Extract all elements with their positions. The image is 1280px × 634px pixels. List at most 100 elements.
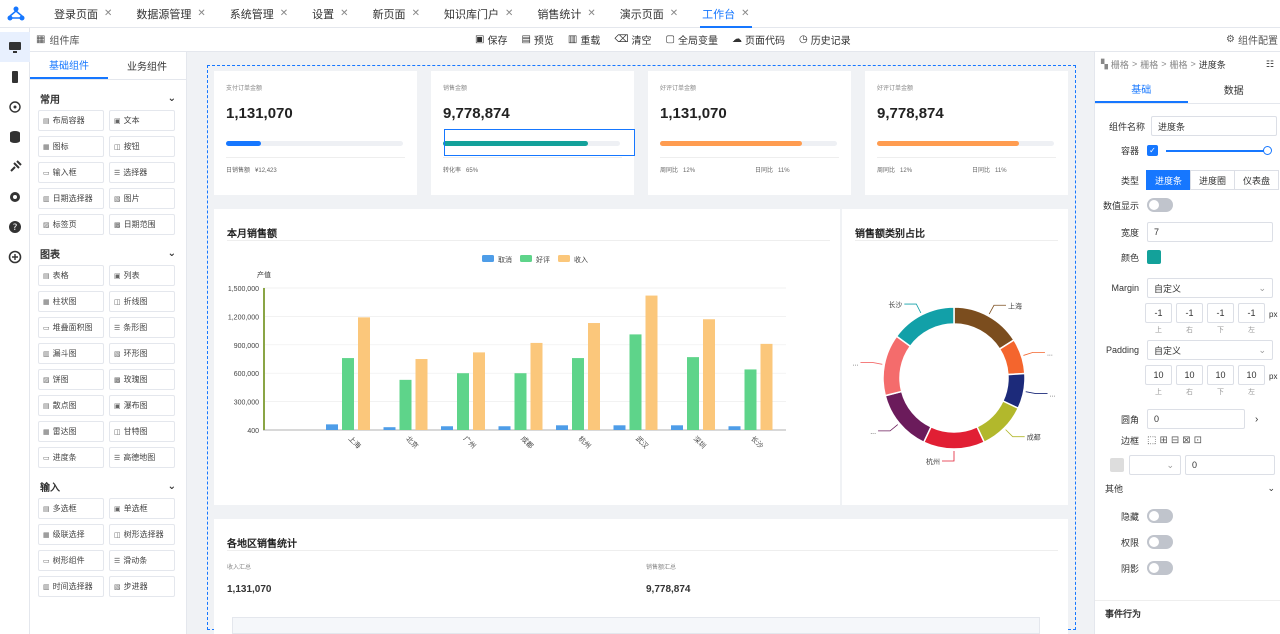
component-item[interactable]: ▤ 布局容器	[38, 110, 104, 131]
type-option[interactable]: 进度条	[1146, 170, 1192, 190]
spacing-input[interactable]: -1	[1176, 303, 1203, 323]
component-item[interactable]: ◫ 树形选择器	[109, 524, 175, 545]
bar[interactable]	[588, 323, 600, 430]
color-swatch[interactable]	[1147, 250, 1161, 264]
bar[interactable]	[703, 319, 715, 430]
breadcrumb-item[interactable]: 栅格	[1111, 58, 1129, 71]
tab-basic[interactable]: 基础	[1095, 76, 1188, 103]
component-item[interactable]: ▭ 树形组件	[38, 550, 104, 571]
radius-input[interactable]: 0	[1147, 409, 1245, 429]
bar[interactable]	[514, 373, 527, 430]
hide-toggle[interactable]	[1147, 509, 1173, 523]
bar[interactable]	[629, 334, 642, 430]
tree-icon[interactable]	[0, 92, 30, 122]
spacing-input[interactable]: -1	[1145, 303, 1172, 323]
donut-slice[interactable]	[895, 306, 955, 348]
component-item[interactable]: ▥ 漏斗图	[38, 343, 104, 364]
value-display-toggle[interactable]	[1147, 198, 1173, 212]
padding-mode-select[interactable]: 自定义 ⌄	[1147, 340, 1273, 360]
component-item[interactable]: ▩ 玫瑰图	[109, 369, 175, 390]
component-item[interactable]: ▦ 级联选择	[38, 524, 104, 545]
spacing-input[interactable]: -1	[1207, 303, 1234, 323]
close-icon[interactable]: ✕	[587, 8, 595, 19]
section-header[interactable]: 图表 ⌄	[30, 241, 186, 265]
bar[interactable]	[645, 295, 658, 430]
bar[interactable]	[728, 426, 741, 430]
component-item[interactable]: ▦ 柱状图	[38, 291, 104, 312]
tab-basic-components[interactable]: 基础组件	[30, 52, 108, 79]
bar[interactable]	[441, 426, 453, 430]
kpi-card[interactable]: 好评订单金额 9,778,874 周同比 12% 日同比 11%	[865, 71, 1068, 195]
component-item[interactable]: ▩ 日期范围	[109, 214, 175, 235]
component-item[interactable]: ▣ 单选框	[109, 498, 175, 519]
spacing-input[interactable]: 10	[1145, 365, 1172, 385]
bar[interactable]	[498, 426, 511, 430]
mobile-icon[interactable]	[0, 62, 30, 92]
margin-mode-select[interactable]: 自定义 ⌄	[1147, 278, 1273, 298]
component-item[interactable]: ◫ 甘特图	[109, 421, 175, 442]
component-item[interactable]: ▭ 堆叠面积图	[38, 317, 104, 338]
close-icon[interactable]: ✕	[412, 8, 420, 19]
border-width-input[interactable]: 0	[1185, 455, 1275, 475]
spacing-input[interactable]: 10	[1176, 365, 1203, 385]
save-button[interactable]: ▣ 保存	[475, 32, 507, 47]
config-button[interactable]: ⚙ 组件配置	[1226, 32, 1278, 47]
app-logo-icon[interactable]	[0, 0, 32, 28]
breadcrumb-item[interactable]: 栅格	[1140, 58, 1158, 71]
page-code-button[interactable]: ☁ 页面代码	[732, 32, 785, 47]
ai-icon[interactable]	[0, 242, 30, 272]
tab-0[interactable]: 登录页面 ✕	[42, 0, 124, 28]
bar[interactable]	[415, 359, 428, 430]
history-button[interactable]: ◷ 历史记录	[799, 32, 851, 47]
bar[interactable]	[744, 369, 757, 430]
desktop-icon[interactable]	[0, 32, 30, 62]
bar[interactable]	[342, 358, 354, 430]
tab-4[interactable]: 新页面 ✕	[361, 0, 432, 28]
donut-slice[interactable]	[884, 390, 933, 444]
border-style-icons[interactable]: ⬚⊞⊟⊠⊡	[1147, 435, 1205, 446]
reload-button[interactable]: ▥ 重载	[568, 32, 600, 47]
breadcrumb-item[interactable]: 进度条	[1199, 58, 1226, 71]
component-item[interactable]: ▦ 图标	[38, 136, 104, 157]
tab-5[interactable]: 知识库门户 ✕	[432, 0, 525, 28]
bar[interactable]	[326, 424, 338, 430]
container-checkbox[interactable]: ✓	[1147, 145, 1158, 156]
type-option[interactable]: 仪表盘	[1234, 170, 1280, 190]
component-item[interactable]: ▥ 日期选择器	[38, 188, 104, 209]
donut-slice[interactable]	[922, 425, 986, 450]
bar[interactable]	[613, 425, 626, 430]
chevron-right-icon[interactable]: ›	[1255, 414, 1258, 425]
database-icon[interactable]	[0, 122, 30, 152]
bar[interactable]	[556, 425, 568, 430]
tab-2[interactable]: 系统管理 ✕	[218, 0, 300, 28]
component-item[interactable]: ☰ 高德地图	[109, 447, 175, 468]
bar[interactable]	[473, 352, 485, 430]
bar[interactable]	[399, 379, 412, 430]
component-item[interactable]: ☰ 选择器	[109, 162, 175, 183]
border-style-select[interactable]: ⌄	[1129, 455, 1181, 475]
component-item[interactable]: ☰ 滑动条	[109, 550, 175, 571]
kpi-card[interactable]: 好评订单金额 1,131,070 周同比 12% 日同比 11%	[648, 71, 851, 195]
bar[interactable]	[358, 317, 370, 430]
tab-8[interactable]: 工作台 ✕	[690, 0, 761, 28]
close-icon[interactable]: ✕	[741, 8, 749, 19]
component-item[interactable]: ▣ 列表	[109, 265, 175, 286]
tab-6[interactable]: 销售统计 ✕	[525, 0, 607, 28]
name-input[interactable]: 进度条	[1151, 116, 1277, 136]
breadcrumb-item[interactable]: 栅格	[1169, 58, 1187, 71]
type-option[interactable]: 进度圈	[1190, 170, 1236, 190]
tab-7[interactable]: 演示页面 ✕	[608, 0, 690, 28]
component-item[interactable]: ▦ 雷达图	[38, 421, 104, 442]
component-item[interactable]: ◫ 折线图	[109, 291, 175, 312]
close-icon[interactable]: ✕	[104, 8, 112, 19]
component-item[interactable]: ▥ 时间选择器	[38, 576, 104, 597]
close-icon[interactable]: ✕	[505, 8, 513, 19]
preview-button[interactable]: ▤ 预览	[521, 32, 553, 47]
shadow-toggle[interactable]	[1147, 561, 1173, 575]
component-item[interactable]: ▨ 标签页	[38, 214, 104, 235]
spacing-input[interactable]: 10	[1238, 365, 1265, 385]
component-item[interactable]: ▧ 步进器	[109, 576, 175, 597]
tab-data[interactable]: 数据	[1188, 76, 1280, 103]
tab-1[interactable]: 数据源管理 ✕	[124, 0, 217, 28]
close-icon[interactable]: ✕	[340, 8, 348, 19]
